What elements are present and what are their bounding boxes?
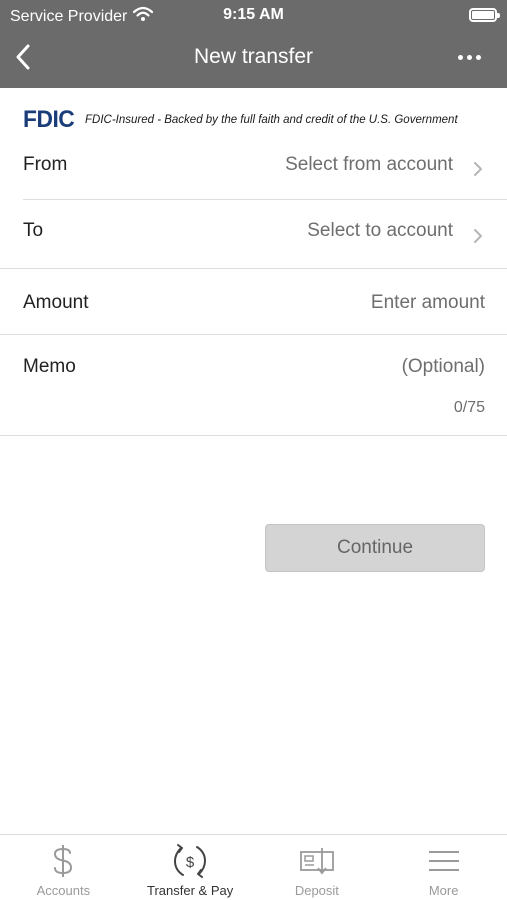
tab-transfer-pay[interactable]: $ Transfer & Pay <box>127 835 254 900</box>
memo-char-counter: 0/75 <box>453 399 485 416</box>
transfer-dollar-icon: $ <box>168 843 212 879</box>
to-account-row[interactable]: To Select to account <box>0 200 507 268</box>
tab-bar: Accounts $ Transfer & Pay Deposit More <box>0 834 507 900</box>
check-deposit-icon <box>295 843 339 879</box>
tab-accounts[interactable]: Accounts <box>0 835 127 900</box>
ellipsis-icon <box>457 54 463 60</box>
more-options-button[interactable] <box>451 42 487 72</box>
dollar-icon <box>41 843 85 879</box>
ellipsis-dot <box>475 54 481 60</box>
battery-icon <box>469 8 500 22</box>
status-bar: Service Provider 9:15 AM <box>0 0 507 30</box>
to-label: To <box>23 220 44 241</box>
menu-icon <box>422 843 466 879</box>
chevron-right-icon <box>474 162 482 176</box>
tab-label: Transfer & Pay <box>147 883 234 898</box>
tab-label: Accounts <box>36 883 91 898</box>
memo-input[interactable]: (Optional) <box>402 356 485 378</box>
tab-deposit[interactable]: Deposit <box>254 835 381 900</box>
continue-button[interactable]: Continue <box>265 524 485 572</box>
chevron-right-icon <box>474 229 482 243</box>
amount-row[interactable]: Amount Enter amount <box>0 269 507 335</box>
tab-label: More <box>428 883 459 898</box>
divider <box>0 435 507 436</box>
amount-label: Amount <box>23 292 89 313</box>
tab-label: Deposit <box>294 883 339 898</box>
ellipsis-dot <box>466 54 472 60</box>
memo-row[interactable]: Memo (Optional) <box>0 335 507 435</box>
status-time: 9:15 AM <box>223 6 284 23</box>
fdic-banner: FDIC FDIC-Insured - Backed by the full f… <box>23 106 458 133</box>
header: Service Provider 9:15 AM New transfer <box>0 0 507 88</box>
fdic-text: FDIC-Insured - Backed by the full faith … <box>85 114 458 126</box>
tab-more[interactable]: More <box>380 835 507 900</box>
to-account-select[interactable]: Select to account <box>307 220 453 242</box>
nav-bar: New transfer <box>0 30 507 88</box>
fdic-logo: FDIC <box>23 106 75 133</box>
from-account-row[interactable]: From Select from account <box>0 140 507 200</box>
from-account-select[interactable]: Select from account <box>285 154 453 176</box>
amount-input[interactable]: Enter amount <box>371 292 485 314</box>
page-title: New transfer <box>193 45 314 68</box>
memo-label: Memo <box>23 356 76 377</box>
from-label: From <box>23 154 68 175</box>
svg-text:$: $ <box>186 854 195 871</box>
